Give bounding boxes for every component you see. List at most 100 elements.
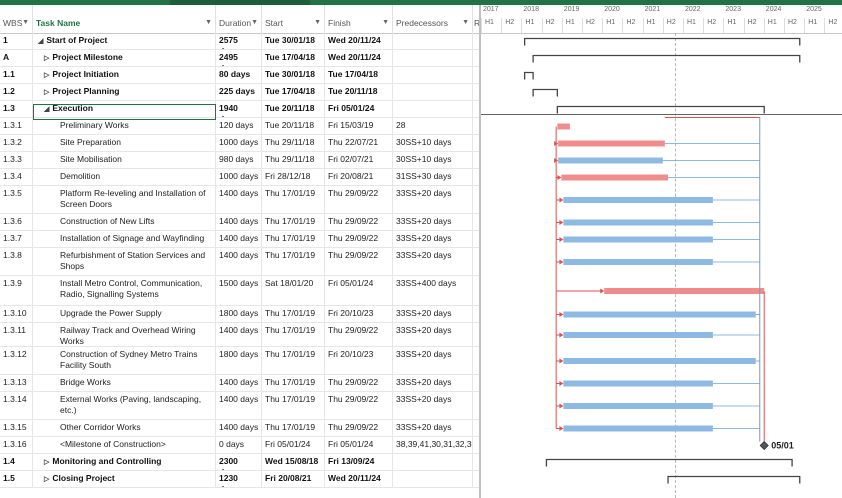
task-bar[interactable] [563, 403, 713, 409]
duration-cell[interactable]: 1230 days [216, 471, 262, 487]
duration-cell[interactable]: 1400 days [216, 375, 262, 391]
task-row[interactable]: 1.5▷Closing Project1230 daysFri 20/08/21… [0, 471, 480, 488]
task-name-cell[interactable]: ◢ Execution [33, 101, 216, 117]
duration-cell[interactable]: 1800 days [216, 306, 262, 322]
start-cell[interactable]: Sat 18/01/20 [262, 276, 325, 305]
wbs-cell[interactable]: 1.3.4 [0, 169, 33, 185]
pred-cell[interactable]: 33SS+20 days [393, 248, 473, 275]
column-dropdown-icon[interactable]: ▼ [22, 5, 29, 33]
task-bar[interactable] [558, 157, 663, 164]
start-cell[interactable]: Thu 17/01/19 [262, 323, 325, 346]
critical-task-bar[interactable] [557, 123, 570, 130]
task-row[interactable]: 1.3.14 External Works (Paving, landscapin… [0, 392, 480, 420]
summary-bar[interactable] [667, 475, 801, 484]
pred-cell[interactable]: 31SS+30 days [393, 169, 473, 185]
duration-cell[interactable]: 2300 days [216, 454, 262, 470]
duration-cell[interactable]: 1940 days [216, 101, 262, 117]
task-row[interactable]: 1.3.9 Install Metro Control, Communicatio… [0, 276, 480, 306]
wbs-cell[interactable]: 1.3.12 [0, 347, 33, 374]
summary-bar[interactable] [556, 105, 765, 114]
finish-cell[interactable]: Thu 29/09/22 [325, 392, 393, 419]
task-bar[interactable] [563, 332, 713, 338]
task-row[interactable]: 1.3.3 Site Mobilisation 980 days Thu 29/11/… [0, 152, 480, 169]
task-name-cell[interactable]: Refurbishment of Station Services and Sh… [33, 248, 216, 275]
task-row[interactable]: 1.3.4 Demolition 1000 days Fri 28/12/18 Fri … [0, 169, 480, 186]
task-bar[interactable] [563, 358, 756, 364]
duration-cell[interactable]: 1400 days [216, 186, 262, 213]
task-bar[interactable] [563, 236, 713, 243]
start-cell[interactable]: Wed 15/08/18 [262, 454, 325, 470]
summary-bar[interactable] [545, 458, 793, 467]
start-cell[interactable]: Thu 17/01/19 [262, 306, 325, 322]
start-cell[interactable]: Thu 29/11/18 [262, 135, 325, 151]
pred-cell[interactable]: 38,39,41,30,31,32,33 [393, 437, 473, 453]
finish-cell[interactable]: Wed 20/11/24 [325, 33, 393, 49]
finish-cell[interactable]: Thu 29/09/22 [325, 323, 393, 346]
task-bar[interactable] [563, 380, 713, 387]
pred-cell[interactable]: 33SS+20 days [393, 375, 473, 391]
task-name-cell[interactable]: External Works (Paving, landscaping, etc… [33, 392, 216, 419]
wbs-cell[interactable]: 1.3.6 [0, 214, 33, 230]
task-name-cell[interactable]: Site Mobilisation [33, 152, 216, 168]
task-name-cell[interactable]: Bridge Works [33, 375, 216, 391]
task-row[interactable]: 1.3.6 Construction of New Lifts 1400 days T… [0, 214, 480, 231]
wbs-cell[interactable]: 1.3.13 [0, 375, 33, 391]
duration-cell[interactable]: 1000 days [216, 135, 262, 151]
start-cell[interactable]: Thu 29/11/18 [262, 152, 325, 168]
start-cell[interactable]: Fri 20/08/21 [262, 471, 325, 487]
task-row[interactable]: 1.3.8 Refurbishment of Station Services a… [0, 248, 480, 276]
column-dropdown-icon[interactable]: ▼ [462, 5, 469, 33]
task-name-cell[interactable]: Construction of New Lifts [33, 214, 216, 230]
duration-cell[interactable]: 1400 days [216, 323, 262, 346]
milestone-marker[interactable] [759, 440, 769, 451]
task-name-cell[interactable]: ▷ Project Milestone [33, 50, 216, 66]
column-dropdown-icon[interactable]: ▼ [314, 5, 321, 33]
wbs-cell[interactable]: 1.3.16 [0, 437, 33, 453]
finish-cell[interactable]: Thu 29/09/22 [325, 248, 393, 275]
wbs-cell[interactable]: 1.3.3 [0, 152, 33, 168]
finish-cell[interactable]: Fri 20/10/23 [325, 347, 393, 374]
pred-cell[interactable] [393, 50, 473, 66]
wbs-cell[interactable]: 1.3.1 [0, 118, 33, 134]
task-row[interactable]: 1.3.16 <Milestone of Construction> 0 days F… [0, 437, 480, 454]
wbs-cell[interactable]: 1.3.14 [0, 392, 33, 419]
wbs-cell[interactable]: 1.5 [0, 471, 33, 487]
task-row[interactable]: 1.1 ▷ Project Initiation 80 days Tue 30/01/1… [0, 67, 480, 84]
collapse-icon[interactable]: ◢ [38, 38, 43, 45]
column-header-finish[interactable]: Finish ▼ [325, 5, 393, 33]
duration-cell[interactable]: 1400 days [216, 392, 262, 419]
expand-icon[interactable]: ▷ [44, 476, 49, 483]
task-row[interactable]: 1◢Start of Project2575 daysTue 30/01/18W… [0, 33, 480, 50]
start-cell[interactable]: Thu 17/01/19 [262, 375, 325, 391]
duration-cell[interactable]: 2575 days [216, 33, 262, 49]
task-row[interactable]: 1.3.11 Railway Track and Overhead Wiring … [0, 323, 480, 347]
wbs-cell[interactable]: 1.3.5 [0, 186, 33, 213]
start-cell[interactable]: Tue 20/11/18 [262, 118, 325, 134]
pred-cell[interactable]: 33SS+20 days [393, 392, 473, 419]
duration-cell[interactable]: 1000 days [216, 169, 262, 185]
task-bar[interactable] [563, 197, 713, 203]
finish-cell[interactable]: Thu 29/09/22 [325, 231, 393, 247]
task-name-cell[interactable]: Installation of Signage and Wayfinding [33, 231, 216, 247]
pred-cell[interactable]: 33SS+20 days [393, 186, 473, 213]
task-name-cell[interactable]: Upgrade the Power Supply [33, 306, 216, 322]
wbs-cell[interactable]: 1 [0, 33, 33, 49]
start-cell[interactable]: Tue 17/04/18 [262, 84, 325, 100]
critical-task-bar[interactable] [558, 140, 665, 147]
summary-bar[interactable] [532, 54, 801, 63]
critical-task-bar[interactable] [561, 174, 669, 181]
task-bar[interactable] [563, 259, 713, 265]
pred-cell[interactable] [393, 471, 473, 487]
pred-cell[interactable] [393, 101, 473, 117]
start-cell[interactable]: Thu 17/01/19 [262, 420, 325, 436]
start-cell[interactable]: Tue 20/11/18 [262, 101, 325, 117]
task-bar[interactable] [563, 425, 713, 432]
task-row[interactable]: 1.3.15 Other Corridor Works 1400 days Thu 1… [0, 420, 480, 437]
finish-cell[interactable]: Fri 15/03/19 [325, 118, 393, 134]
pred-cell[interactable] [393, 454, 473, 470]
task-name-cell[interactable]: ▷ Monitoring and Controlling [33, 454, 216, 470]
task-row[interactable]: 1.4▷Monitoring and Controlling2300 daysW… [0, 454, 480, 471]
task-name-cell[interactable]: Platform Re-leveling and Installation of… [33, 186, 216, 213]
duration-cell[interactable]: 0 days [216, 437, 262, 453]
finish-cell[interactable]: Tue 20/11/18 [325, 84, 393, 100]
